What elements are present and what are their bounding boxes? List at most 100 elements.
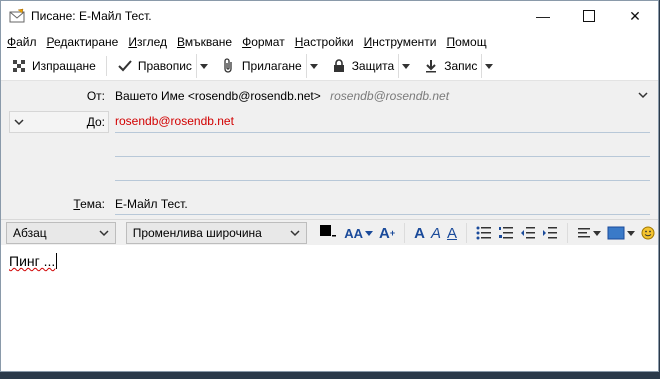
desktop-background <box>0 372 660 379</box>
toolbar-separator <box>105 56 107 76</box>
format-separator <box>466 223 467 243</box>
from-label: От: <box>86 89 105 103</box>
close-icon: ✕ <box>629 7 641 24</box>
format-toolbar: Абзац Променлива широчина AA A + A A A <box>1 220 658 247</box>
indent-icon <box>543 227 557 239</box>
address-row-divider <box>115 180 650 181</box>
italic-button[interactable]: A <box>431 222 441 244</box>
menu-edit[interactable]: Редактиране <box>47 35 119 49</box>
spelling-button[interactable]: Правопис <box>113 54 196 78</box>
lock-icon <box>333 59 344 72</box>
menu-bar: Файл Редактиране Изглед Вмъкване Формат … <box>1 31 658 52</box>
menu-help[interactable]: Помощ <box>446 35 486 49</box>
message-body[interactable]: Пинг ... <box>1 245 658 371</box>
chevron-down-icon <box>627 230 635 236</box>
minimize-button[interactable]: — <box>520 1 566 31</box>
image-icon <box>607 226 625 240</box>
security-dropdown[interactable] <box>398 54 413 78</box>
menu-tools[interactable]: Инструменти <box>364 35 437 49</box>
from-hint: rosendb@rosendb.net <box>330 89 450 103</box>
menu-view[interactable]: Изглед <box>128 35 167 49</box>
bullet-list-icon <box>476 226 491 240</box>
subject-underline <box>115 214 650 215</box>
attach-label: Прилагане <box>241 59 302 73</box>
chevron-down-icon <box>402 63 411 69</box>
maximize-icon <box>583 10 595 22</box>
title-bar: Писане: Е-Майл Тест. — ✕ <box>1 1 658 31</box>
body-text: Пинг ... <box>9 253 56 269</box>
compose-toolbar: Изпращане Правопис Прилагане Защита Запи… <box>1 52 658 81</box>
font-family-value: Променлива широчина <box>132 226 262 240</box>
subject-label: Тема: <box>73 197 105 211</box>
to-label: До: <box>86 115 105 129</box>
bold-icon: A <box>414 224 425 242</box>
chevron-down-icon <box>290 230 300 237</box>
minimize-icon: — <box>536 8 550 24</box>
font-family-select[interactable]: Променлива широчина <box>125 222 308 244</box>
font-size-down-button[interactable]: AA <box>344 222 374 244</box>
indent-button[interactable] <box>542 222 558 244</box>
window-title: Писане: Е-Майл Тест. <box>31 9 152 23</box>
numbered-list-icon <box>499 227 513 239</box>
bold-button[interactable]: A <box>414 222 425 244</box>
underline-icon: A <box>446 224 457 242</box>
attach-button[interactable]: Прилагане <box>217 54 306 78</box>
menu-insert[interactable]: Вмъкване <box>177 35 232 49</box>
from-value: Вашето Име <rosendb@rosendb.net> <box>115 89 321 103</box>
font-size-up-icon: A <box>379 224 390 242</box>
font-size-icon: AA <box>344 225 364 241</box>
subject-field[interactable]: Е-Майл Тест. <box>115 197 650 211</box>
bullet-list-button[interactable] <box>476 222 492 244</box>
outdent-icon <box>521 227 535 239</box>
save-dropdown[interactable] <box>481 54 496 78</box>
chevron-down-icon <box>365 230 374 236</box>
align-button[interactable] <box>577 222 601 244</box>
chevron-down-icon <box>199 63 208 69</box>
download-arrow-icon <box>426 60 437 73</box>
menu-format[interactable]: Формат <box>242 35 285 49</box>
font-size-up-button[interactable]: A + <box>379 222 395 244</box>
paragraph-style-select[interactable]: Абзац <box>6 222 116 244</box>
address-row-divider <box>115 156 650 157</box>
checkmark-icon <box>118 60 132 72</box>
message-headers: От: Вашето Име <rosendb@rosendb.net> ros… <box>1 81 658 220</box>
maximize-button[interactable] <box>566 1 612 31</box>
menu-file[interactable]: Файл <box>7 35 37 49</box>
chevron-down-icon <box>638 92 648 99</box>
align-icon <box>578 228 590 238</box>
to-address[interactable]: rosendb@rosendb.net <box>115 114 650 128</box>
smiley-button[interactable] <box>641 222 655 244</box>
security-button[interactable]: Защита <box>327 54 399 78</box>
text-color-button[interactable] <box>318 222 338 244</box>
paperclip-icon <box>224 58 232 73</box>
paragraph-style-value: Абзац <box>13 226 47 240</box>
text-caret <box>56 253 58 269</box>
numbered-list-button[interactable] <box>498 222 514 244</box>
from-selector[interactable]: Вашето Име <rosendb@rosendb.net> rosendb… <box>115 89 650 103</box>
insert-image-button[interactable] <box>607 222 635 244</box>
send-label: Изпращане <box>32 59 96 73</box>
text-color-icon <box>320 225 337 237</box>
spelling-label: Правопис <box>137 59 192 73</box>
security-label: Защита <box>351 59 395 73</box>
chevron-down-icon <box>485 63 494 69</box>
save-button[interactable]: Запис <box>419 54 481 78</box>
format-separator <box>567 223 568 243</box>
address-row-divider <box>115 132 650 133</box>
spelling-dropdown[interactable] <box>195 54 211 78</box>
menu-options[interactable]: Настройки <box>295 35 354 49</box>
attach-dropdown[interactable] <box>305 54 321 78</box>
save-label: Запис <box>444 59 478 73</box>
chevron-down-icon <box>99 230 109 237</box>
underline-button[interactable]: A <box>447 222 457 244</box>
send-button[interactable]: Изпращане <box>7 54 100 78</box>
chevron-down-icon <box>593 230 601 236</box>
outdent-button[interactable] <box>520 222 536 244</box>
chevron-down-icon <box>309 63 318 69</box>
format-separator <box>404 223 406 243</box>
compose-window: Писане: Е-Майл Тест. — ✕ Файл Редактиран… <box>0 0 659 372</box>
close-button[interactable]: ✕ <box>612 1 658 31</box>
send-icon <box>13 60 25 72</box>
compose-mail-icon <box>9 8 25 23</box>
smiley-icon <box>641 226 655 240</box>
